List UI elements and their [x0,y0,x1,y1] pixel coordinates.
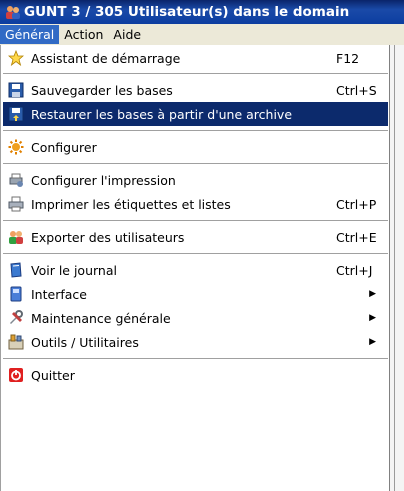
menu-item-restaurer[interactable]: Restaurer les bases à partir d'une archi… [3,102,388,126]
menu-separator [3,163,388,165]
general-menu-dropdown: Assistant de démarrage F12 Sauvegarder l… [0,45,390,491]
menu-separator [3,253,388,255]
menu-general[interactable]: Général [0,25,60,44]
save-disk-icon [8,82,24,98]
journal-book-icon [8,262,24,278]
menu-item-journal[interactable]: Voir le journal Ctrl+J [3,258,388,282]
menu-item-configurer[interactable]: Configurer [3,135,388,159]
shortcut-f12: F12 [336,50,360,66]
menu-separator [3,358,388,360]
menu-item-imprimer[interactable]: Imprimer les étiquettes et listes Ctrl+P [3,192,388,216]
restore-disk-icon [8,106,24,122]
menu-aide[interactable]: Aide [108,25,146,44]
interface-monitor-icon [8,286,24,302]
menubar: Général Action Aide [0,24,404,45]
menu-separator [3,220,388,222]
utilities-icon [8,334,24,350]
printer-settings-icon [8,172,24,188]
shortcut-ctrl-s: Ctrl+S [336,82,377,98]
window-title: GUNT 3 / 305 Utilisateur(s) dans le doma… [24,4,350,20]
menu-separator [3,73,388,75]
menu-item-quitter[interactable]: Quitter [3,363,388,387]
background-window-edge [390,45,404,491]
printer-icon [8,196,24,212]
window-titlebar[interactable]: GUNT 3 / 305 Utilisateur(s) dans le doma… [0,0,404,24]
menu-item-config-impression[interactable]: Configurer l'impression [3,168,388,192]
menu-item-assistant[interactable]: Assistant de démarrage F12 [3,46,388,70]
tools-wrench-icon [8,310,24,326]
shortcut-ctrl-p: Ctrl+P [336,196,377,212]
menu-item-outils[interactable]: Outils / Utilitaires ▶ [3,330,388,354]
users-app-icon [6,6,20,19]
menu-item-maintenance[interactable]: Maintenance générale ▶ [3,306,388,330]
menu-item-interface[interactable]: Interface ▶ [3,282,388,306]
menu-action[interactable]: Action [59,25,108,44]
menu-item-sauvegarder[interactable]: Sauvegarder les bases Ctrl+S [3,78,388,102]
submenu-arrow-icon: ▶ [369,313,376,323]
export-users-icon [8,229,24,245]
shortcut-ctrl-j: Ctrl+J [336,262,373,278]
shortcut-ctrl-e: Ctrl+E [336,229,377,245]
submenu-arrow-icon: ▶ [369,337,376,347]
menu-separator [3,130,388,132]
menu-item-exporter[interactable]: Exporter des utilisateurs Ctrl+E [3,225,388,249]
submenu-arrow-icon: ▶ [369,289,376,299]
power-quit-icon [8,367,24,383]
configure-sun-icon [8,139,24,155]
star-icon [8,50,24,66]
